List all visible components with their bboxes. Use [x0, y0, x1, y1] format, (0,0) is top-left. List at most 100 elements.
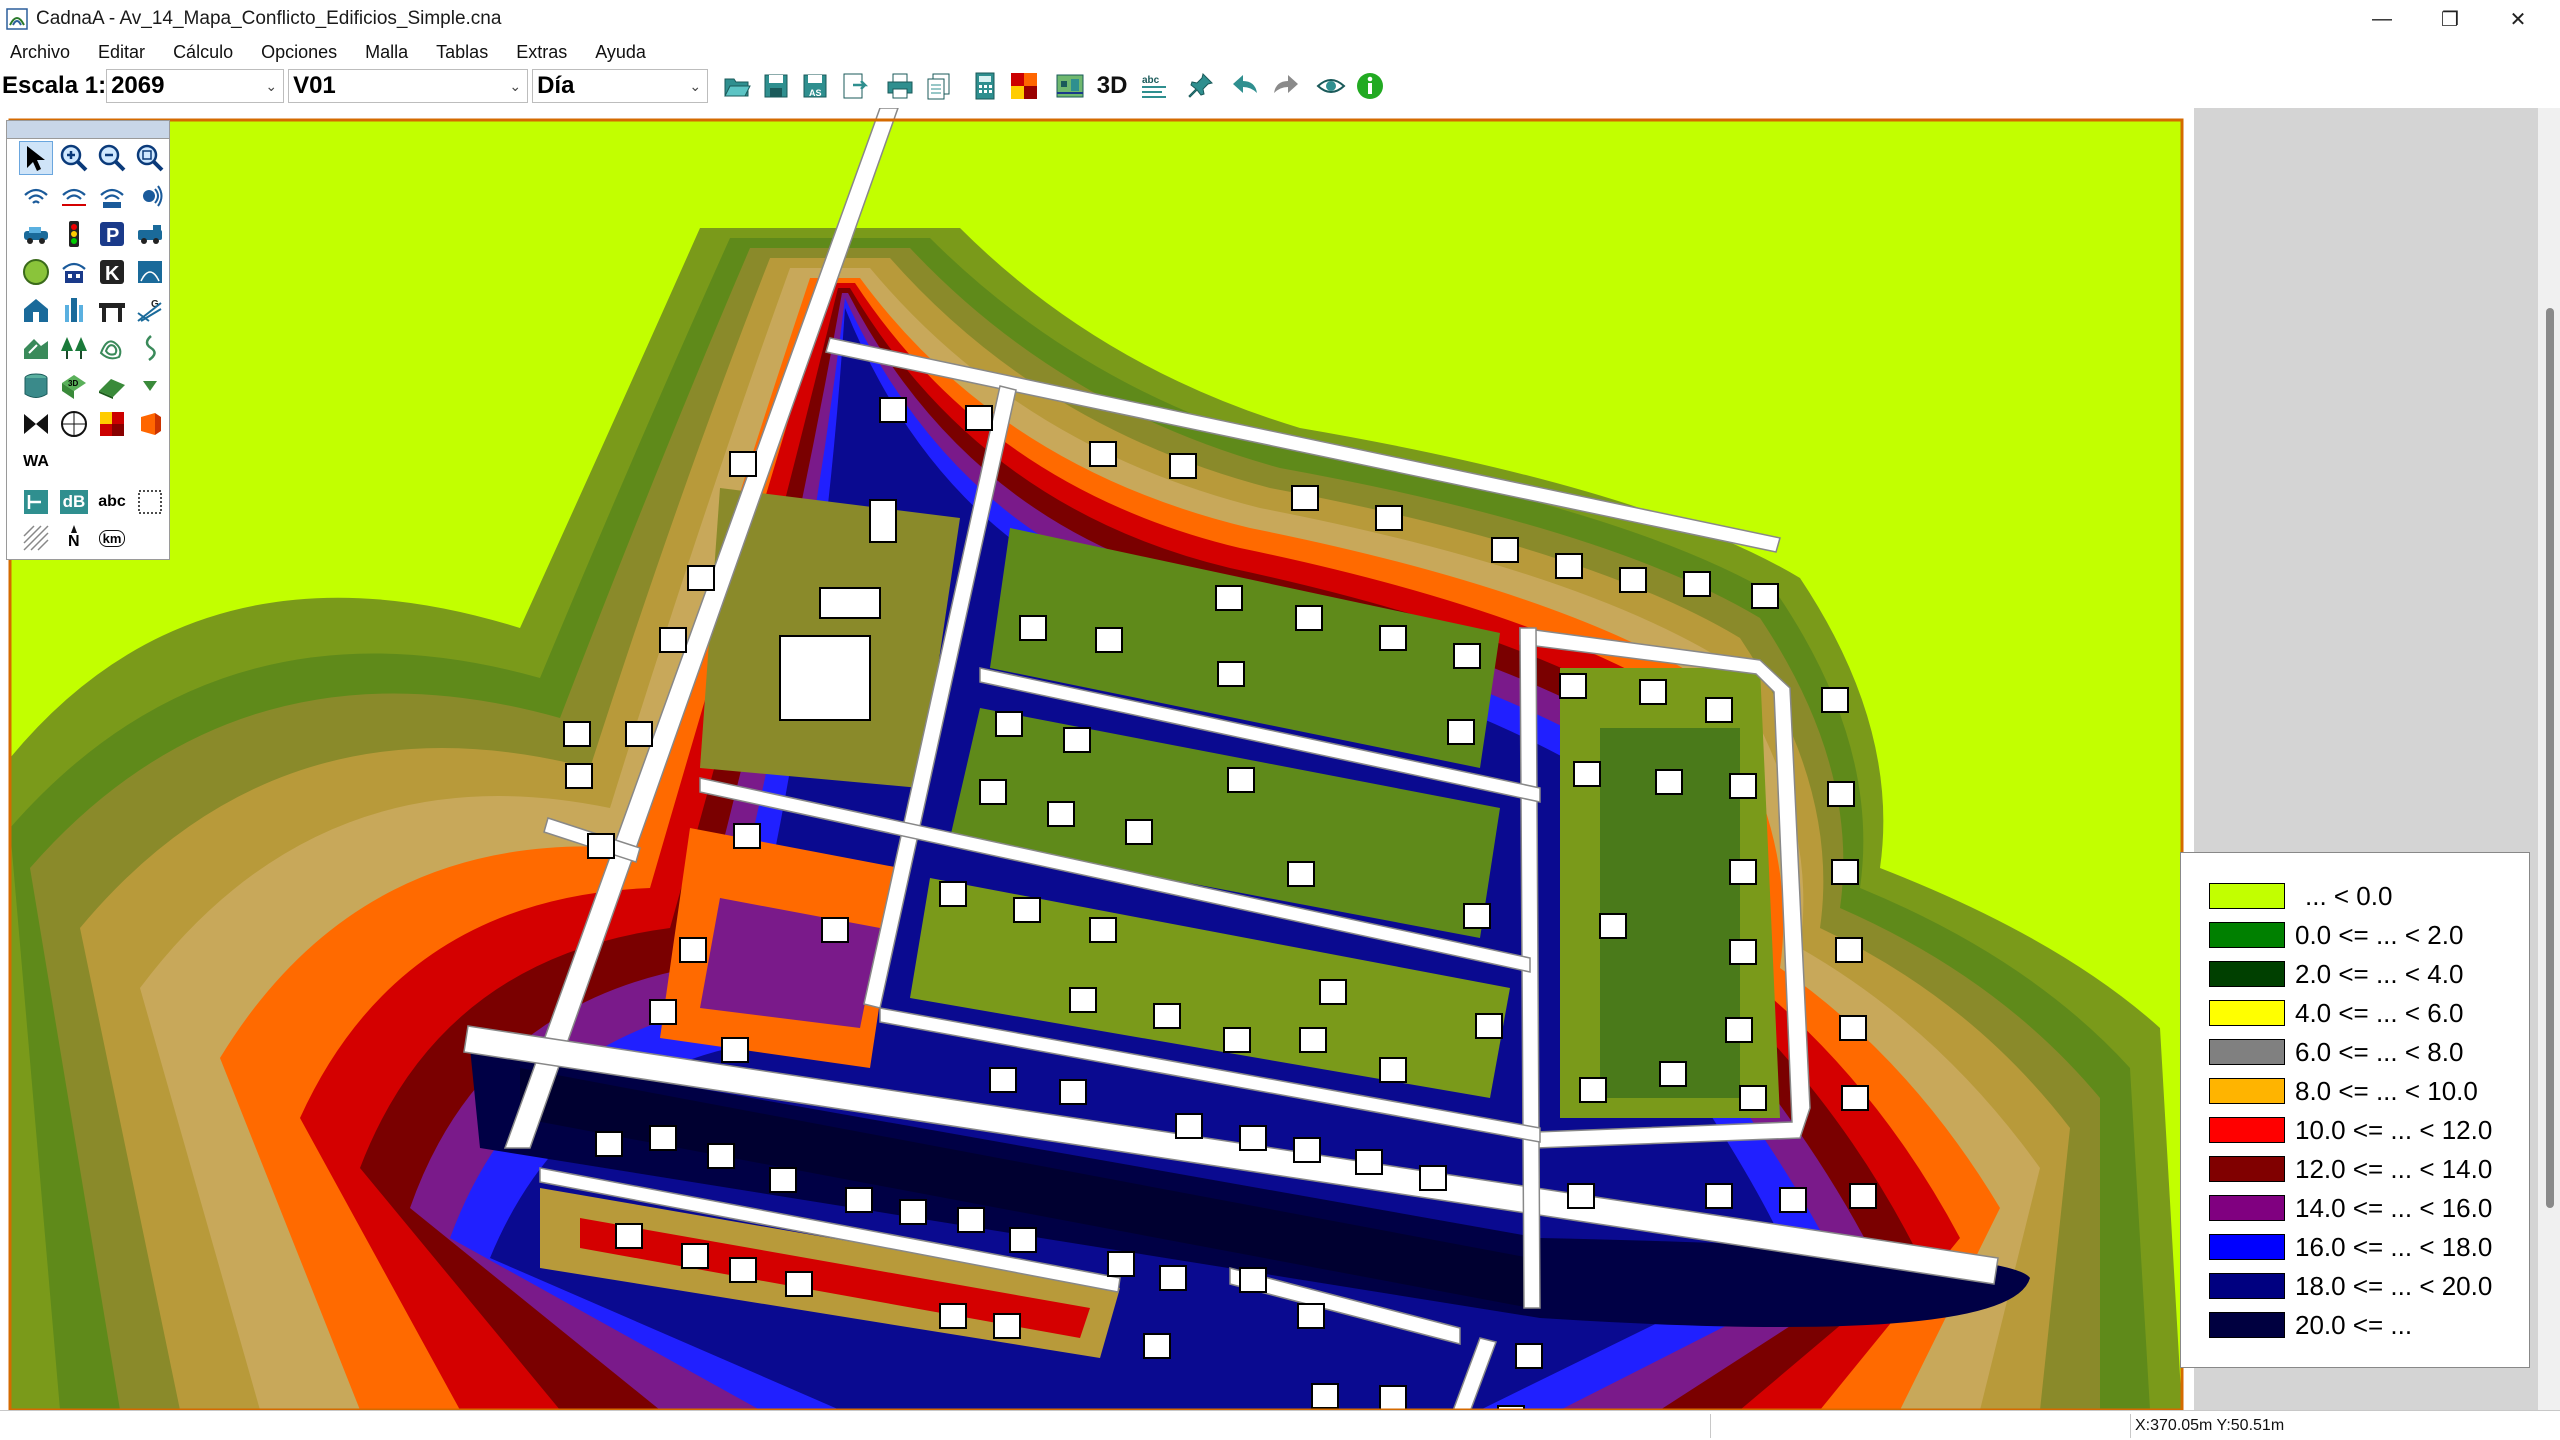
vertical-area-source-icon[interactable] — [133, 179, 167, 213]
zoom-out-icon[interactable] — [95, 141, 129, 175]
legend-swatch — [2209, 1078, 2285, 1104]
restore-icon[interactable]: ❐ — [2418, 0, 2482, 38]
palette-titlebar[interactable] — [7, 121, 169, 139]
embankment-icon[interactable] — [95, 369, 129, 403]
auxiliary-polygon-icon[interactable] — [133, 485, 167, 519]
scrollbar-thumb[interactable] — [2546, 308, 2554, 1208]
zoom-window-icon[interactable] — [133, 141, 167, 175]
facade-grid-icon[interactable] — [133, 407, 167, 441]
legend-entry: 8.0 <= ... < 10.0 — [2209, 1074, 2478, 1108]
bowtie-icon[interactable] — [19, 407, 53, 441]
menu-editar[interactable]: Editar — [98, 42, 145, 63]
railway-icon[interactable] — [133, 217, 167, 251]
3d-view-button[interactable]: 3D — [1092, 69, 1132, 103]
variant-combo[interactable]: V01 ⌄ — [288, 69, 529, 103]
map-canvas[interactable] — [0, 108, 2194, 1410]
print-icon[interactable] — [883, 69, 917, 103]
save-all-icon[interactable]: AS — [798, 69, 832, 103]
minimize-icon[interactable]: — — [2350, 0, 2414, 38]
info-icon[interactable] — [1353, 69, 1387, 103]
menu-calculo[interactable]: Cálculo — [173, 42, 233, 63]
scale-bar-icon[interactable]: km — [95, 521, 129, 555]
zoom-in-icon[interactable] — [57, 141, 91, 175]
legend-entry: 0.0 <= ... < 2.0 — [2209, 918, 2463, 952]
legend-entry: 12.0 <= ... < 14.0 — [2209, 1152, 2492, 1186]
color-grid-icon[interactable] — [1007, 69, 1041, 103]
close-icon[interactable]: ✕ — [2486, 0, 2550, 38]
line-source-icon[interactable] — [57, 179, 91, 213]
status-bar: X:370.05m Y:50.51m — [0, 1410, 2560, 1440]
scale-combo[interactable]: 2069 ⌄ — [106, 69, 285, 103]
menu-opciones[interactable]: Opciones — [261, 42, 337, 63]
legend-swatch — [2209, 883, 2285, 909]
calculator-icon[interactable] — [968, 69, 1002, 103]
menu-ayuda[interactable]: Ayuda — [595, 42, 646, 63]
save-as-icon[interactable] — [837, 69, 871, 103]
hatch-area-icon[interactable] — [19, 521, 53, 555]
db-label-icon[interactable]: dB — [57, 485, 91, 519]
receiver-map-icon[interactable] — [19, 485, 53, 519]
legend-label: 2.0 <= ... < 4.0 — [2295, 958, 2464, 989]
svg-text:3D: 3D — [68, 379, 78, 388]
legend-entry: 16.0 <= ... < 18.0 — [2209, 1230, 2492, 1264]
barrier-icon[interactable] — [57, 293, 91, 327]
redo-icon[interactable] — [1268, 69, 1302, 103]
bridge-icon[interactable] — [95, 293, 129, 327]
area-source-icon[interactable] — [95, 179, 129, 213]
3d-object-icon[interactable]: 3D — [57, 369, 91, 403]
road-icon[interactable] — [19, 217, 53, 251]
k-object-icon[interactable]: K — [95, 255, 129, 289]
km-label: km — [98, 529, 126, 547]
cylinder-icon[interactable] — [19, 369, 53, 403]
svg-text:AS: AS — [809, 88, 822, 98]
undo-icon[interactable] — [1229, 69, 1263, 103]
ground-absorption-icon[interactable]: G — [133, 293, 167, 327]
text-tool-icon[interactable]: abc — [1137, 69, 1171, 103]
vertical-scrollbar[interactable] — [2538, 108, 2560, 1410]
cylinder-building-icon[interactable] — [19, 331, 53, 365]
triangle-marker-icon[interactable] — [133, 369, 167, 403]
wa-object-icon[interactable]: WA — [19, 445, 53, 479]
legend-label: 16.0 <= ... < 18.0 — [2295, 1231, 2493, 1262]
cadnaa-app-icon — [6, 8, 28, 30]
menu-archivo[interactable]: Archivo — [10, 42, 70, 63]
scale-value: 2069 — [111, 72, 165, 99]
industry-source-icon[interactable] — [57, 255, 91, 289]
3d-label: 3D — [1096, 72, 1128, 99]
menu-extras[interactable]: Extras — [516, 42, 567, 63]
parking-icon[interactable]: P — [95, 217, 129, 251]
noise-level-legend: ... < 0.0 0.0 <= ... < 2.0 2.0 <= ... < … — [2180, 852, 2530, 1368]
menu-tablas[interactable]: Tablas — [436, 42, 488, 63]
period-combo[interactable]: Día ⌄ — [532, 69, 709, 103]
legend-swatch — [2209, 961, 2285, 987]
noise-map[interactable] — [0, 108, 2194, 1410]
copy-icon[interactable] — [922, 69, 956, 103]
toolbar: Escala 1: 2069 ⌄ V01 ⌄ Día ⌄ AS 3D abc — [0, 66, 2560, 106]
forest-icon[interactable] — [57, 331, 91, 365]
wa-label: WA — [23, 453, 49, 470]
legend-label: ... < 0.0 — [2305, 880, 2393, 911]
select-arrow-icon[interactable] — [19, 141, 53, 175]
open-icon[interactable] — [720, 69, 754, 103]
grid-map-icon[interactable] — [1053, 69, 1087, 103]
ball-sport-icon[interactable] — [19, 255, 53, 289]
traffic-light-icon[interactable] — [57, 217, 91, 251]
save-icon[interactable] — [759, 69, 793, 103]
legend-entry: 6.0 <= ... < 8.0 — [2209, 1035, 2463, 1069]
legend-label: 20.0 <= ... — [2295, 1309, 2413, 1340]
building-icon[interactable] — [19, 293, 53, 327]
point-source-icon[interactable] — [19, 179, 53, 213]
wave-emitter-icon[interactable] — [133, 255, 167, 289]
text-label-icon[interactable]: abc — [95, 485, 129, 519]
menu-bar: Archivo Editar Cálculo Opciones Malla Ta… — [0, 38, 2560, 66]
grid-red-icon[interactable] — [95, 407, 129, 441]
eye-icon[interactable] — [1314, 69, 1348, 103]
height-line-icon[interactable] — [133, 331, 167, 365]
scale-label: Escala 1: — [2, 72, 107, 99]
contour-line-icon[interactable] — [95, 331, 129, 365]
chevron-down-icon: ⌄ — [689, 78, 702, 94]
pin-icon[interactable] — [1183, 69, 1217, 103]
north-arrow-icon[interactable]: N — [57, 521, 91, 555]
receiver-points-icon[interactable] — [57, 407, 91, 441]
menu-malla[interactable]: Malla — [365, 42, 408, 63]
